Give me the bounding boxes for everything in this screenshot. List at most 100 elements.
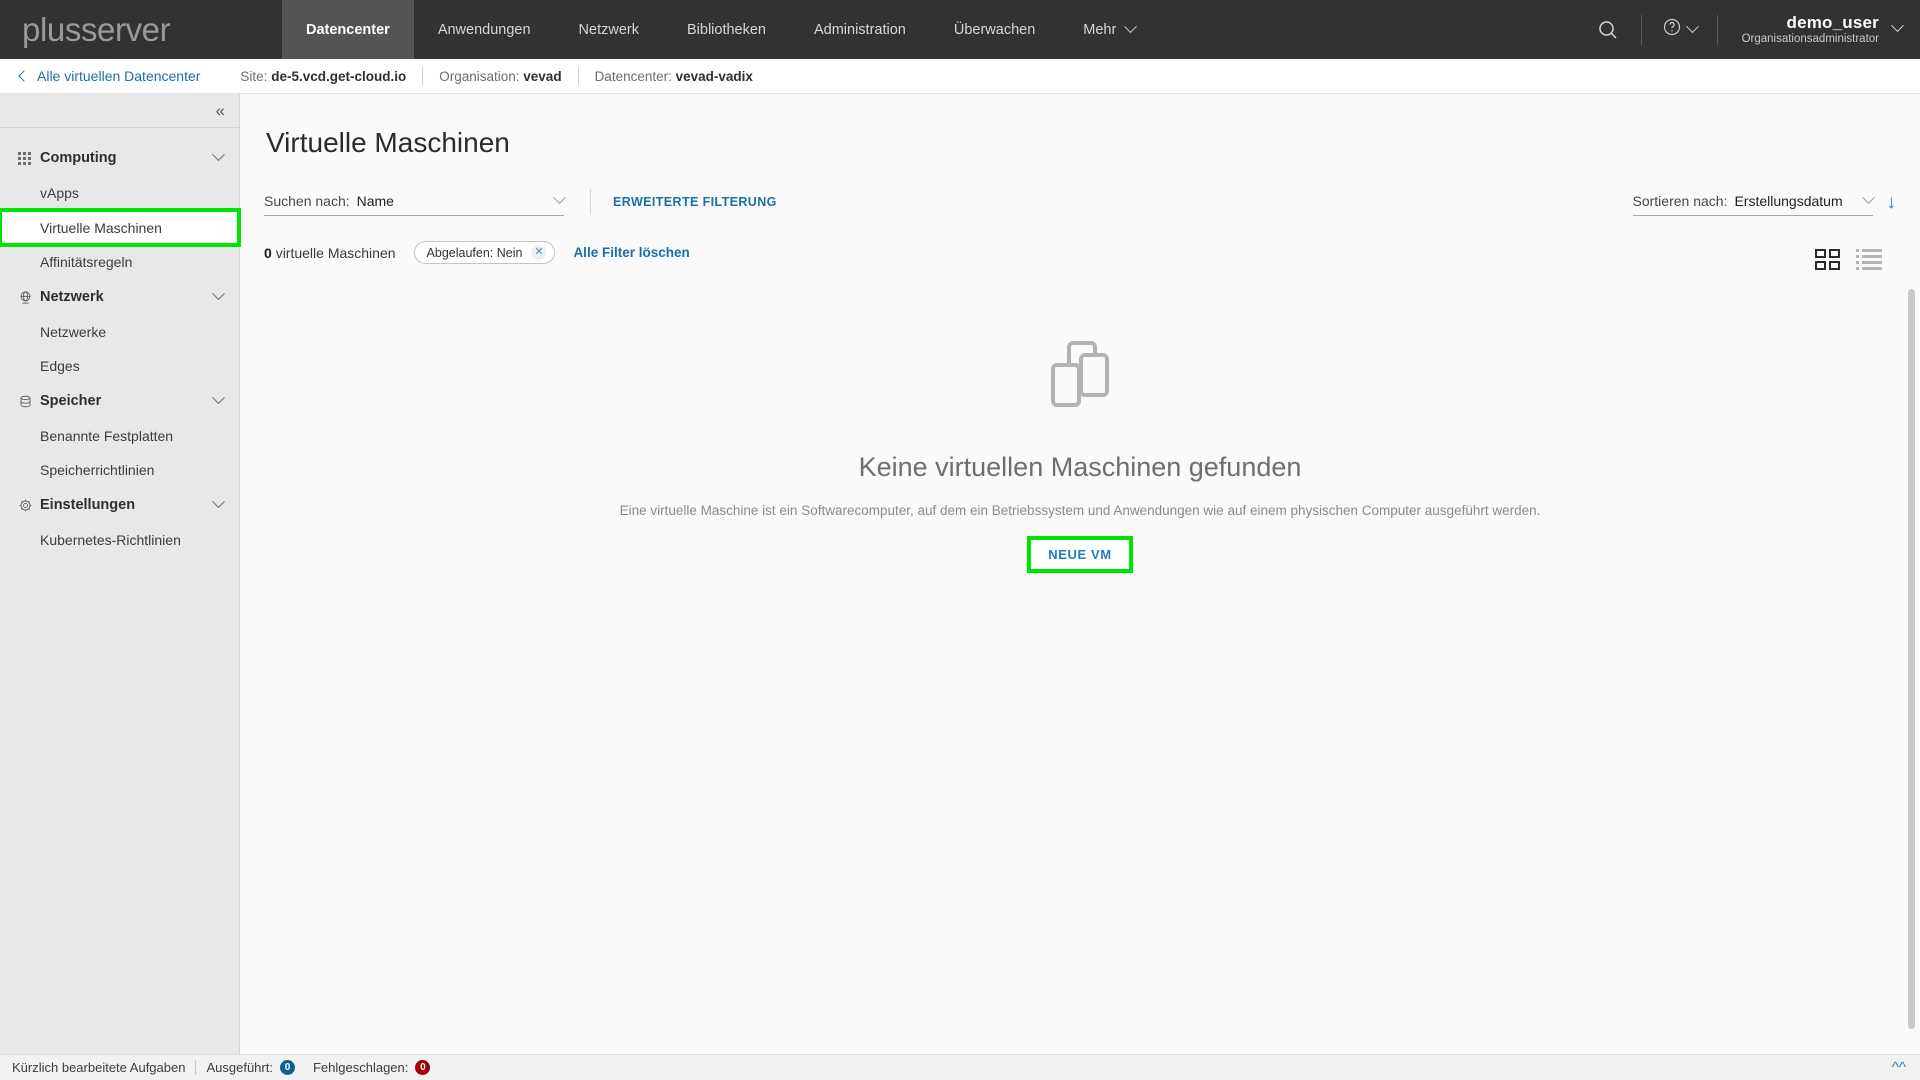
nav-divider-2 (1716, 14, 1718, 45)
sidebar-item-edges[interactable]: Edges (0, 349, 239, 383)
nav-item-anwendungen[interactable]: Anwendungen (414, 0, 555, 59)
nav-divider-1 (1640, 14, 1642, 45)
collapse-sidebar-icon[interactable]: « (216, 102, 225, 119)
user-info: demo_user Organisationsadministrator (1742, 13, 1879, 47)
breadcrumb-back-label: Alle virtuellen Datencenter (37, 68, 201, 84)
sidebar-group-speicher-label: Speicher (40, 393, 102, 409)
user-name: demo_user (1786, 12, 1879, 32)
sidebar-item-speicherrichtlinien[interactable]: Speicherrichtlinien (0, 453, 239, 487)
user-role: Organisationsadministrator (1741, 32, 1879, 45)
breadcrumb-datencenter-label: Datencenter: (594, 68, 672, 84)
vertical-scrollbar[interactable] (1908, 289, 1915, 1029)
sidebar-item-vapps[interactable]: vApps (0, 176, 239, 210)
apps-grid-icon (18, 151, 40, 165)
search-by-select[interactable]: Suchen nach: Name (264, 188, 566, 216)
grid-view-icon[interactable] (1815, 249, 1840, 270)
arrow-down-icon[interactable]: ↓ (1887, 193, 1897, 212)
top-navigation-bar: plusserver Datencenter Anwendungen Netzw… (0, 0, 1920, 59)
sidebar-group-netzwerk[interactable]: Netzwerk (0, 279, 239, 315)
vm-stack-icon (1043, 339, 1117, 414)
breadcrumb-back-link[interactable]: Alle virtuellen Datencenter (0, 68, 200, 84)
sort-by-label: Sortieren nach: (1632, 192, 1728, 209)
sort-controls: Sortieren nach: Erstellungsdatum ↓ (1632, 188, 1897, 216)
sidebar-group-einstellungen[interactable]: Einstellungen (0, 487, 239, 523)
breadcrumb: Alle virtuellen Datencenter Site: de-5.v… (0, 59, 1920, 94)
nav-item-ueberwachen[interactable]: Überwachen (930, 0, 1059, 59)
sidebar-item-kubernetes-richtlinien[interactable]: Kubernetes-Richtlinien (0, 523, 239, 557)
failed-tasks-count: 0 (415, 1060, 431, 1075)
double-chevron-up-icon[interactable]: ^^ (1892, 1060, 1906, 1075)
sidebar-group-computing-label: Computing (40, 150, 117, 166)
search-by-label: Suchen nach: (264, 192, 350, 209)
breadcrumb-datencenter: Datencenter: vevad-vadix (579, 69, 769, 84)
close-icon[interactable]: ✕ (531, 245, 547, 260)
page-title: Virtuelle Maschinen (266, 127, 510, 158)
chevron-left-icon (18, 70, 30, 82)
user-menu-button[interactable]: demo_user Organisationsadministrator (1732, 13, 1904, 47)
new-vm-button[interactable]: NEUE VM (1027, 536, 1133, 573)
list-view-icon[interactable] (1856, 249, 1882, 270)
sidebar-group-computing[interactable]: Computing (0, 140, 239, 176)
toolbar-divider (590, 189, 591, 215)
breadcrumb-site: Site: de-5.vcd.get-cloud.io (224, 69, 422, 84)
nav-item-datencenter[interactable]: Datencenter (282, 0, 414, 59)
filter-chip-label: Abgelaufen: Nein (426, 245, 523, 260)
sort-by-select[interactable]: Sortieren nach: Erstellungsdatum (1632, 188, 1875, 216)
breadcrumb-organisation-label: Organisation: (439, 68, 520, 84)
advanced-filter-button[interactable]: ERWEITERTE FILTERUNG (613, 195, 777, 209)
breadcrumb-organisation: Organisation: vevad (423, 69, 577, 84)
sidebar-item-virtuelle-maschinen[interactable]: Virtuelle Maschinen (0, 208, 241, 247)
network-globe-icon (18, 290, 40, 305)
chevron-down-icon (212, 287, 225, 306)
help-menu-button[interactable] (1656, 17, 1703, 42)
result-count-label: virtuelle Maschinen (275, 244, 396, 261)
brand-logo-text: plusserver (22, 10, 171, 48)
chevron-down-icon (1861, 190, 1875, 210)
empty-state-subtitle: Eine virtuelle Maschine ist ein Software… (619, 503, 1541, 518)
gear-icon (18, 498, 40, 513)
nav-item-mehr-label: Mehr (1083, 21, 1117, 38)
nav-item-administration[interactable]: Administration (790, 0, 930, 59)
primary-nav-items: Datencenter Anwendungen Netzwerk Bibliot… (282, 0, 1159, 59)
breadcrumb-site-label: Site: (240, 68, 268, 84)
sidebar-group-einstellungen-label: Einstellungen (40, 497, 136, 513)
sidebar-collapse-row: « (0, 94, 239, 128)
chevron-down-icon (1685, 19, 1699, 39)
sidebar-item-benannte-festplatten[interactable]: Benannte Festplatten (0, 419, 239, 453)
search-by-value: Name (356, 192, 394, 209)
breadcrumb-datencenter-value: vevad-vadix (675, 68, 753, 84)
sidebar-item-netzwerke[interactable]: Netzwerke (0, 315, 239, 349)
running-tasks-label: Ausgeführt: (206, 1060, 273, 1075)
failed-tasks-status: Fehlgeschlagen: 0 (312, 1060, 431, 1075)
running-tasks-status: Ausgeführt: 0 (206, 1060, 295, 1075)
main-inner: Virtuelle Maschinen Suchen nach: Name ER… (240, 94, 1920, 573)
empty-state-title: Keine virtuellen Maschinen gefunden (858, 452, 1302, 482)
chevron-down-icon (212, 495, 225, 514)
chevron-down-icon (553, 190, 566, 210)
nav-item-mehr[interactable]: Mehr (1059, 0, 1159, 59)
database-icon (18, 394, 40, 409)
filter-chip-abgelaufen[interactable]: Abgelaufen: Nein ✕ (413, 241, 556, 264)
nav-item-bibliotheken[interactable]: Bibliotheken (663, 0, 790, 59)
chevron-down-icon (212, 148, 225, 167)
help-circle-icon (1662, 17, 1682, 42)
main-content: Virtuelle Maschinen Suchen nach: Name ER… (240, 94, 1920, 1054)
chevron-down-icon (1124, 19, 1138, 38)
breadcrumb-items: Site: de-5.vcd.get-cloud.io Organisation… (224, 67, 769, 85)
clear-all-filters-button[interactable]: Alle Filter löschen (573, 245, 689, 260)
brand-logo[interactable]: plusserver (0, 0, 282, 59)
result-count-row: 0 virtuelle Maschinen Abgelaufen: Nein ✕… (264, 241, 1896, 264)
filter-toolbar: Suchen nach: Name ERWEITERTE FILTERUNG S… (264, 185, 1896, 219)
failed-tasks-label: Fehlgeschlagen: (312, 1060, 409, 1075)
search-icon[interactable] (1589, 11, 1627, 49)
result-count-number: 0 (264, 244, 272, 261)
running-tasks-count: 0 (279, 1060, 295, 1075)
recent-tasks-button[interactable]: Kürzlich bearbeitete Aufgaben (12, 1060, 185, 1075)
sidebar: « Computing vApps Virtuelle Maschinen Af… (0, 94, 241, 1054)
nav-item-netzwerk[interactable]: Netzwerk (555, 0, 663, 59)
status-bar: Kürzlich bearbeitete Aufgaben Ausgeführt… (0, 1054, 1920, 1080)
empty-state: Keine virtuellen Maschinen gefunden Eine… (264, 339, 1896, 573)
sidebar-group-speicher[interactable]: Speicher (0, 383, 239, 419)
sidebar-item-affinitaetsregeln[interactable]: Affinitätsregeln (0, 245, 239, 279)
chevron-down-icon (1891, 19, 1904, 38)
